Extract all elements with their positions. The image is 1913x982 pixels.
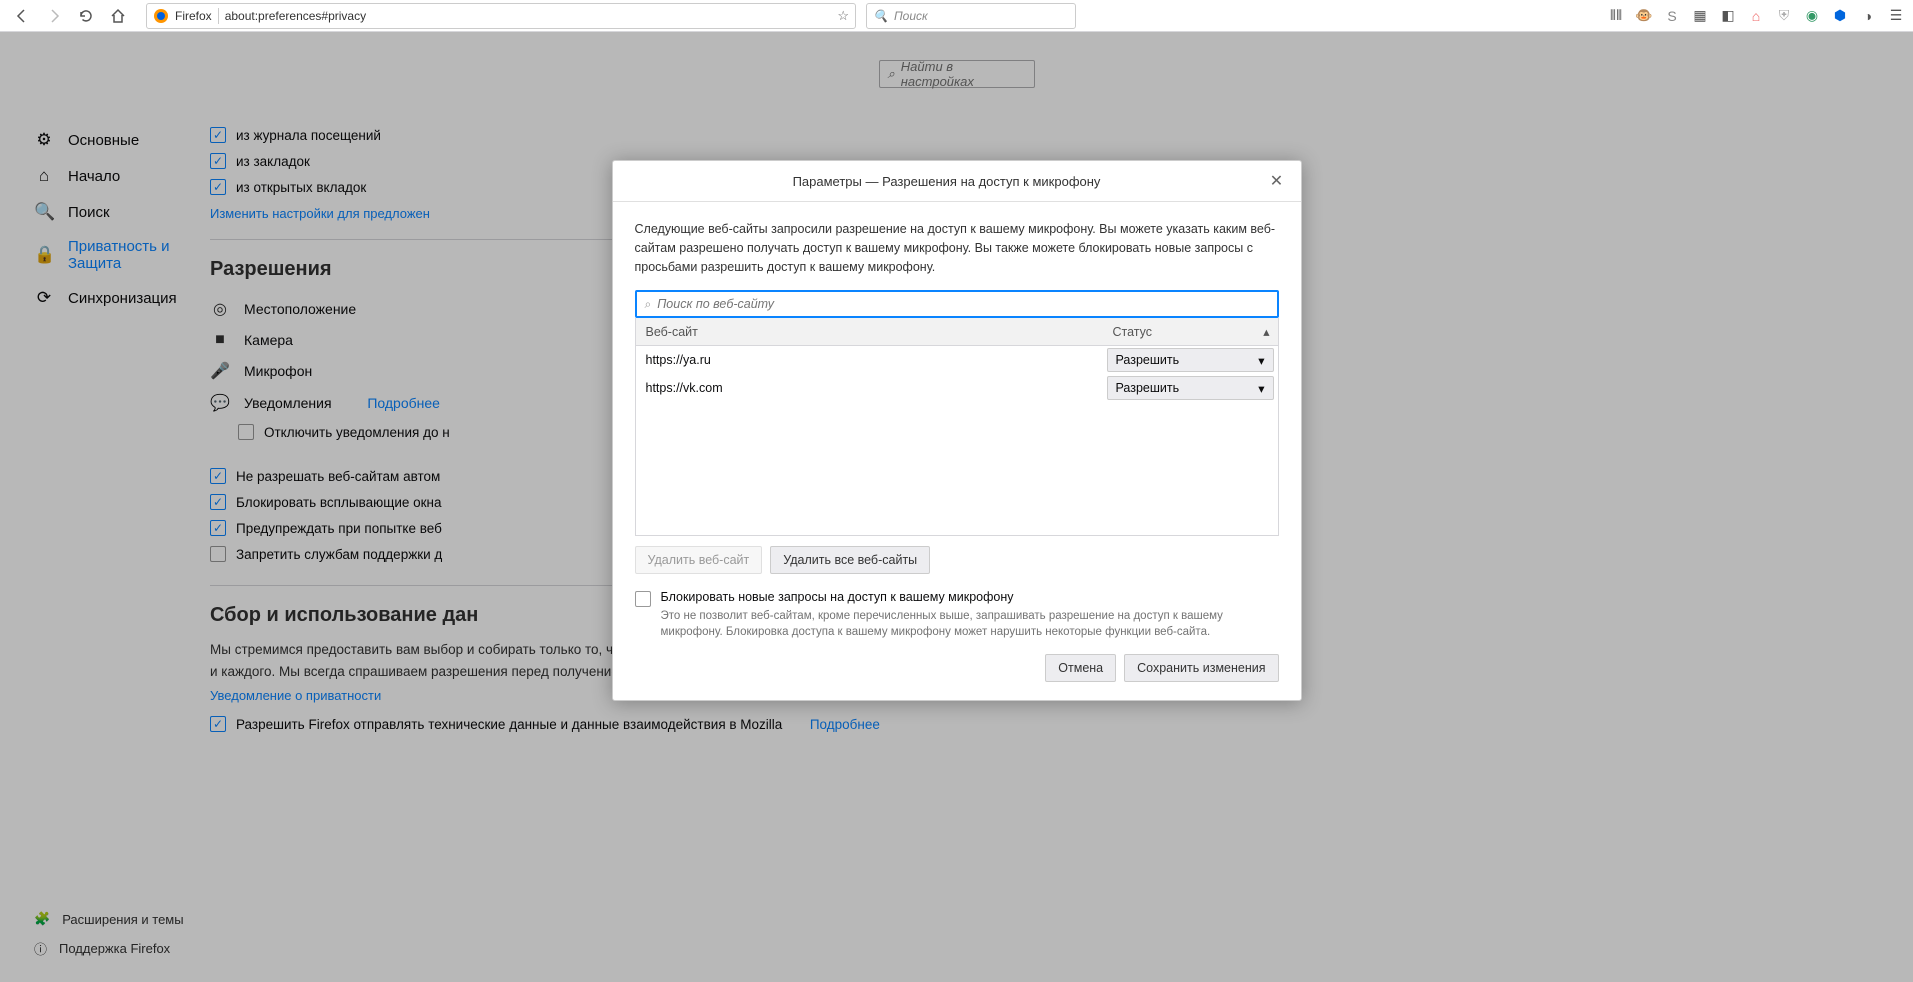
home-button[interactable] xyxy=(104,2,132,30)
forward-button[interactable] xyxy=(40,2,68,30)
table-body: https://ya.ru Разрешить▾ https://vk.com … xyxy=(635,346,1279,536)
toolbar-extensions: ⦀⦀ 🐵 S ▦ ◧ ⌂ ⛨ ◉ ⬢ ◑ ☰ xyxy=(1607,7,1905,25)
ext-icon-1[interactable]: 🐵 xyxy=(1635,7,1653,25)
browser-toolbar: Firefox about:preferences#privacy ☆ 🔍 По… xyxy=(0,0,1913,32)
back-button[interactable] xyxy=(8,2,36,30)
table-header: Веб-сайт Статус▴ xyxy=(635,318,1279,346)
ext-icon-4[interactable]: ⌂ xyxy=(1747,7,1765,25)
block-new-requests[interactable]: Блокировать новые запросы на доступ к ва… xyxy=(635,590,1279,640)
checkbox-icon xyxy=(635,591,651,607)
ext-icon-3[interactable]: ▦ xyxy=(1691,7,1709,25)
dialog-search[interactable]: ⌕ xyxy=(635,290,1279,318)
search-icon: 🔍 xyxy=(873,9,888,23)
reload-button[interactable] xyxy=(72,2,100,30)
status-select[interactable]: Разрешить▾ xyxy=(1107,376,1274,400)
search-icon: ⌕ xyxy=(645,297,652,312)
bookmark-star-icon[interactable]: ☆ xyxy=(837,8,849,24)
dialog-search-input[interactable] xyxy=(657,297,1268,311)
table-row[interactable]: https://vk.com Разрешить▾ xyxy=(636,374,1278,402)
table-row[interactable]: https://ya.ru Разрешить▾ xyxy=(636,346,1278,374)
ext-icon-8[interactable]: ◑ xyxy=(1859,7,1877,25)
microphone-permissions-dialog: Параметры — Разрешения на доступ к микро… xyxy=(612,160,1302,701)
site-cell: https://ya.ru xyxy=(636,353,1103,367)
th-site[interactable]: Веб-сайт xyxy=(636,325,1103,339)
toolbar-search[interactable]: 🔍 Поиск xyxy=(866,3,1076,29)
th-status[interactable]: Статус▴ xyxy=(1103,324,1278,339)
ext-icon-6[interactable]: ◉ xyxy=(1803,7,1821,25)
remove-all-button[interactable]: Удалить все веб-сайты xyxy=(770,546,930,574)
sidebar-icon[interactable]: ◧ xyxy=(1719,7,1737,25)
block-title: Блокировать новые запросы на доступ к ва… xyxy=(661,590,1279,604)
status-select[interactable]: Разрешить▾ xyxy=(1107,348,1274,372)
ext-icon-5[interactable]: ⛨ xyxy=(1775,7,1793,25)
identity-label: Firefox xyxy=(175,9,212,23)
save-button[interactable]: Сохранить изменения xyxy=(1124,654,1278,682)
dialog-header: Параметры — Разрешения на доступ к микро… xyxy=(613,161,1301,202)
dialog-description: Следующие веб-сайты запросили разрешение… xyxy=(635,220,1279,276)
site-cell: https://vk.com xyxy=(636,381,1103,395)
menu-icon[interactable]: ☰ xyxy=(1887,7,1905,25)
dialog-title: Параметры — Разрешения на доступ к микро… xyxy=(627,174,1267,189)
library-icon[interactable]: ⦀⦀ xyxy=(1607,7,1625,25)
modal-overlay: Параметры — Разрешения на доступ к микро… xyxy=(0,32,1913,982)
url-bar[interactable]: Firefox about:preferences#privacy ☆ xyxy=(146,3,856,29)
chevron-down-icon: ▾ xyxy=(1258,381,1264,396)
chevron-down-icon: ▾ xyxy=(1258,353,1264,368)
url-text: about:preferences#privacy xyxy=(225,9,832,23)
remove-site-button: Удалить веб-сайт xyxy=(635,546,763,574)
cancel-button[interactable]: Отмена xyxy=(1045,654,1116,682)
close-button[interactable]: ✕ xyxy=(1267,171,1287,191)
firefox-icon xyxy=(153,8,169,24)
block-description: Это не позволит веб-сайтам, кроме перечи… xyxy=(661,608,1279,640)
ext-icon-7[interactable]: ⬢ xyxy=(1831,7,1849,25)
sort-up-icon: ▴ xyxy=(1263,324,1269,339)
ext-icon-2[interactable]: S xyxy=(1663,7,1681,25)
